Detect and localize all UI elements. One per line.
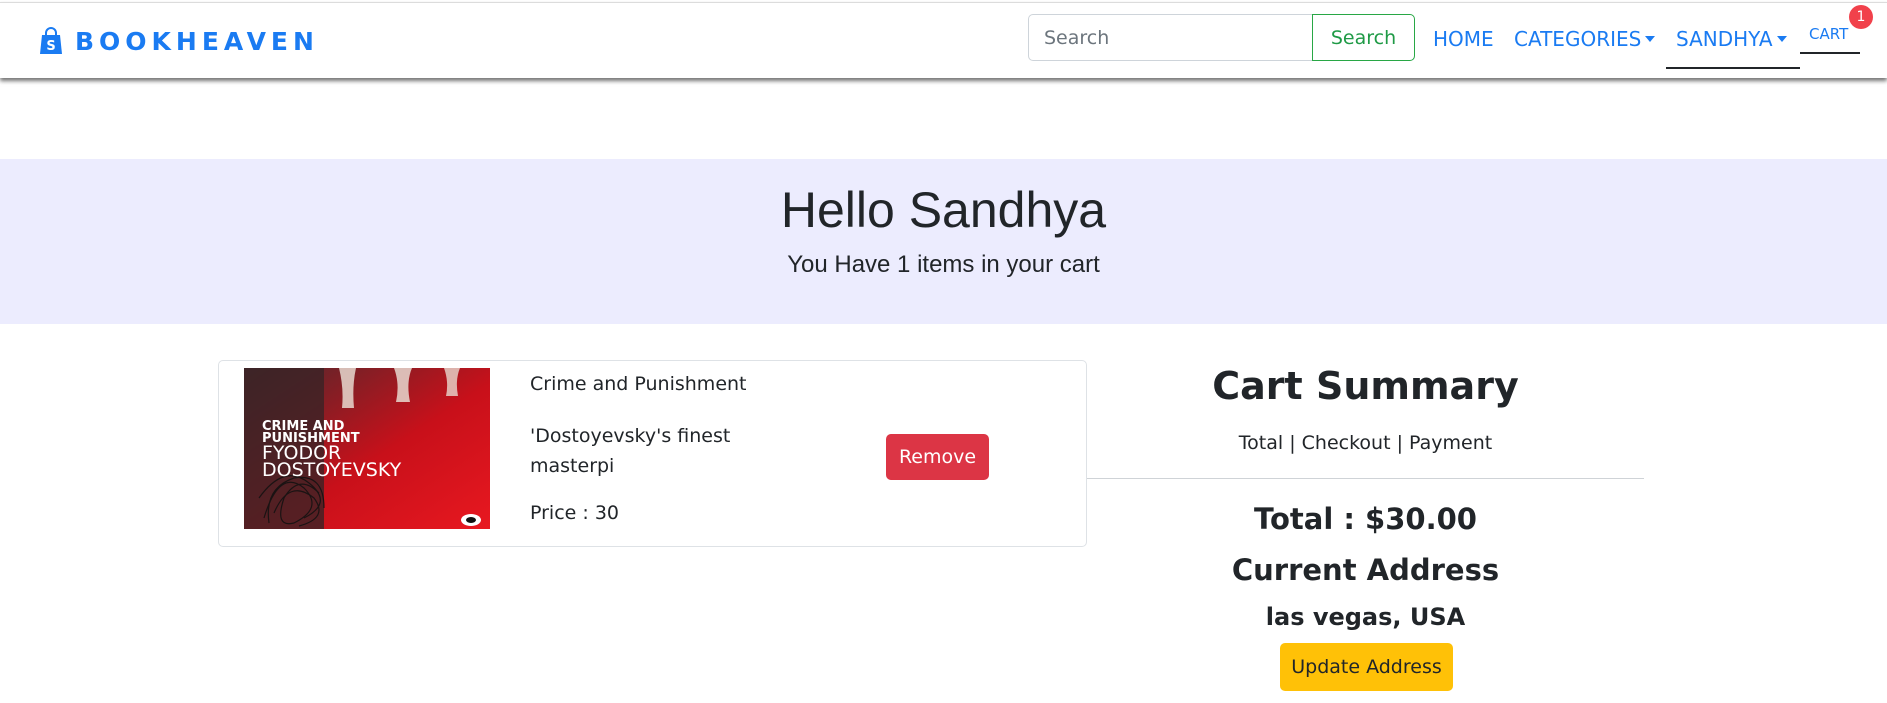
active-underline <box>1666 67 1800 69</box>
nav-user-label: SANDHYA <box>1676 27 1773 51</box>
nav-categories-dropdown[interactable]: CATEGORIES <box>1514 27 1656 51</box>
nav-cart-link[interactable]: CART <box>1809 25 1848 43</box>
remove-button[interactable]: Remove <box>886 434 989 480</box>
nav-categories-label: CATEGORIES <box>1514 27 1642 51</box>
cart-count-badge: 1 <box>1849 5 1873 29</box>
cart-item-card: CRIME AND PUNISHMENT FYODOR DOSTOYEVSKY … <box>218 360 1087 547</box>
brand-name: BOOKHEAVEN <box>75 26 319 56</box>
search-input[interactable] <box>1028 14 1313 61</box>
nav-home-link[interactable]: HOME <box>1433 27 1494 51</box>
total-amount: Total : $30.00 <box>1254 502 1477 536</box>
divider <box>1087 478 1644 479</box>
brand[interactable]: S BOOKHEAVEN <box>39 23 319 59</box>
svg-text:S: S <box>46 39 55 54</box>
cart-count-text: You Have 1 items in your cart <box>787 251 1100 278</box>
update-address-button[interactable]: Update Address <box>1280 643 1453 691</box>
address-value: las vegas, USA <box>1265 603 1466 631</box>
caret-down-icon <box>1776 35 1787 42</box>
cart-underline <box>1800 52 1860 54</box>
address-heading: Current Address <box>1231 553 1500 587</box>
greeting-title: Hello Sandhya <box>780 182 1107 238</box>
item-price: Price : 30 <box>530 502 620 524</box>
shopping-bag-icon: S <box>40 27 62 54</box>
item-title: Crime and Punishment <box>530 373 747 395</box>
summary-title: Cart Summary <box>1212 364 1519 408</box>
caret-down-icon <box>1645 35 1656 42</box>
summary-subtitle: Total | Checkout | Payment <box>1238 432 1493 454</box>
navbar: S BOOKHEAVEN Search HOME CATEGORIES SAND… <box>0 2 1887 78</box>
book-cover-image[interactable]: CRIME AND PUNISHMENT FYODOR DOSTOYEVSKY <box>244 368 490 529</box>
search-button[interactable]: Search <box>1312 14 1415 61</box>
item-description: 'Dostoyevsky's finest masterpi <box>530 425 731 477</box>
nav-user-dropdown[interactable]: SANDHYA <box>1676 27 1787 51</box>
hero-banner: Hello Sandhya You Have 1 items in your c… <box>0 159 1887 324</box>
svg-text:DOSTOYEVSKY: DOSTOYEVSKY <box>262 459 402 481</box>
